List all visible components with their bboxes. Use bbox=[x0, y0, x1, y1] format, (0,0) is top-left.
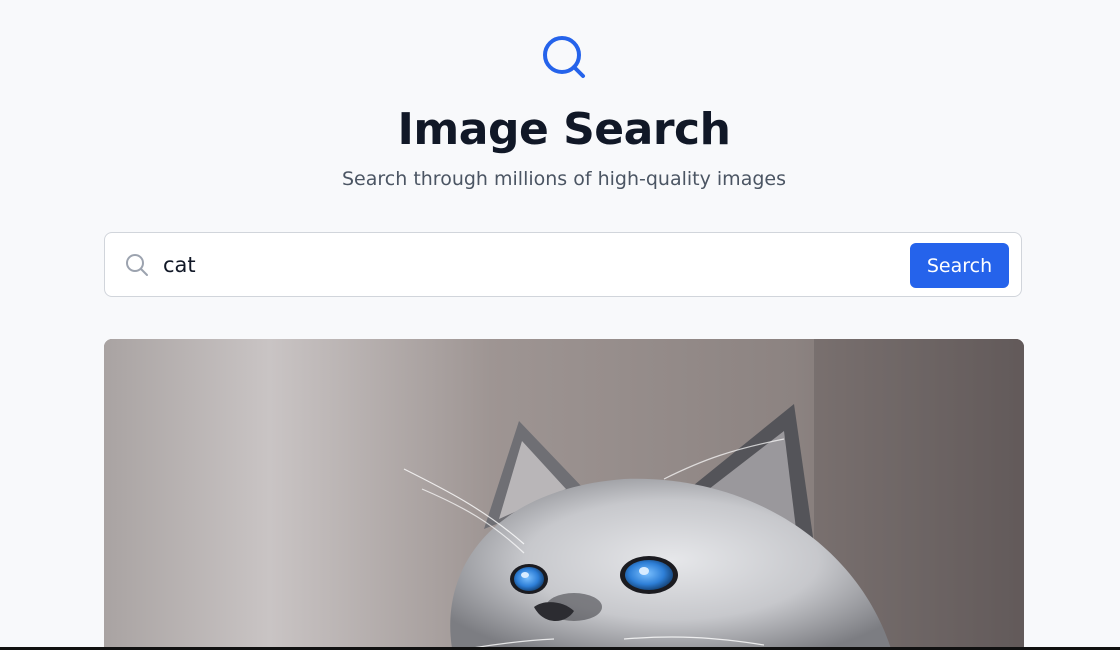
page-subtitle: Search through millions of high-quality … bbox=[342, 168, 786, 190]
search-icon bbox=[543, 36, 585, 78]
result-image bbox=[104, 339, 1024, 650]
search-bar: Search bbox=[104, 232, 1022, 297]
page-title: Image Search bbox=[397, 104, 731, 155]
image-search-page: Image Search Search through millions of … bbox=[0, 0, 1120, 650]
result-image-card[interactable] bbox=[104, 339, 1024, 650]
search-button[interactable]: Search bbox=[910, 243, 1009, 288]
search-input[interactable] bbox=[163, 245, 893, 285]
search-icon bbox=[126, 254, 148, 276]
